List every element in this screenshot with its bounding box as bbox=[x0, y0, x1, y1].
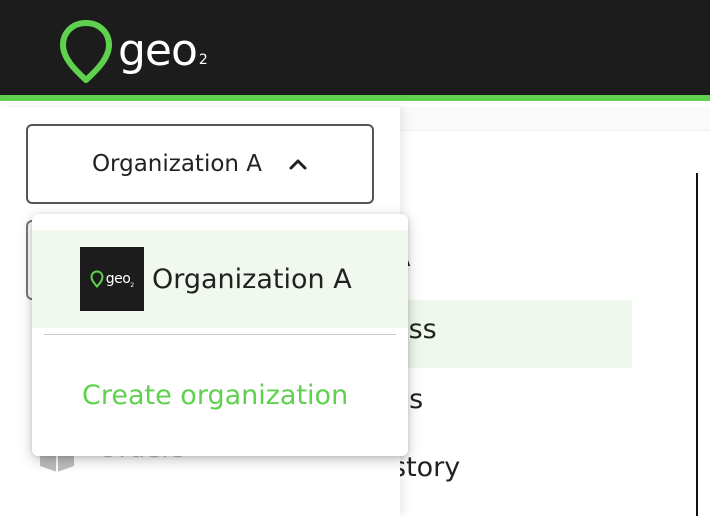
organization-option[interactable]: geo 2 Organization A bbox=[32, 230, 408, 328]
organization-option-label: Organization A bbox=[152, 263, 352, 295]
app-logo[interactable]: geo 2 bbox=[58, 18, 208, 84]
organization-dropdown: geo 2 Organization A Create organization bbox=[32, 214, 408, 456]
content-topbar bbox=[400, 107, 710, 131]
location-pin-icon bbox=[90, 270, 104, 288]
organization-logo: geo 2 bbox=[80, 247, 144, 311]
location-pin-icon bbox=[60, 20, 112, 83]
organization-select[interactable]: Organization A bbox=[26, 124, 374, 204]
organization-select-label: Organization A bbox=[91, 151, 263, 177]
chevron-up-icon bbox=[289, 159, 307, 170]
organization-logo-subscript: 2 bbox=[130, 282, 135, 289]
app-header: geo 2 bbox=[0, 0, 710, 101]
menu-item-fragment[interactable]: story bbox=[392, 452, 460, 483]
logo-text: geo bbox=[118, 25, 198, 76]
logo-subscript: 2 bbox=[198, 52, 208, 68]
create-organization-link[interactable]: Create organization bbox=[82, 380, 348, 411]
dropdown-divider bbox=[44, 334, 396, 335]
organization-logo-text: geo bbox=[105, 271, 131, 287]
content-divider bbox=[696, 173, 698, 516]
